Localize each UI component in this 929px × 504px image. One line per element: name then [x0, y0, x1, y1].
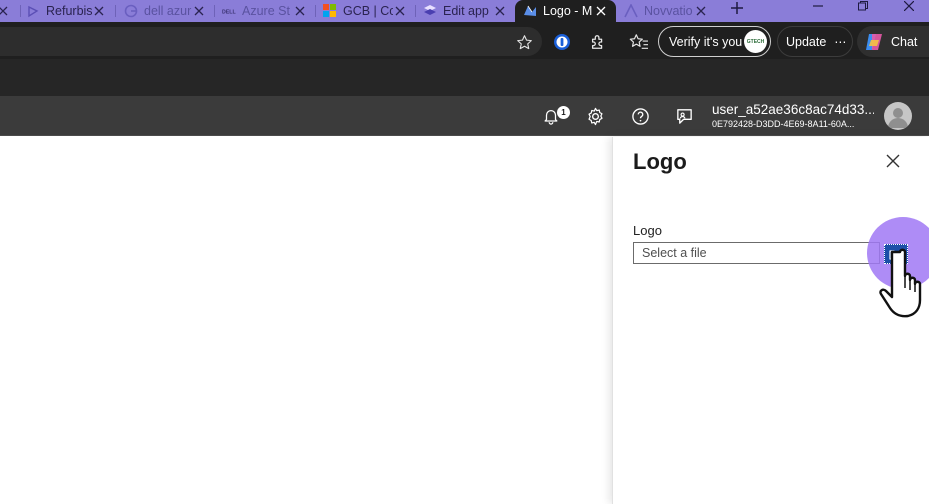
- file-path-input[interactable]: [633, 242, 880, 264]
- svg-text:DELL: DELL: [222, 10, 236, 16]
- close-icon[interactable]: [192, 4, 206, 18]
- minimize-icon: [813, 5, 823, 7]
- refurbish-favicon: [26, 4, 40, 18]
- hand-pointer-cursor-icon: [879, 248, 922, 318]
- chat-label: Chat: [891, 34, 918, 49]
- update-label: Update: [786, 34, 827, 49]
- tab-title: Azure St: [242, 4, 290, 18]
- more-icon[interactable]: ⋯: [834, 35, 847, 49]
- panel-title: Logo: [633, 149, 687, 174]
- avatar[interactable]: [884, 102, 912, 130]
- account-menu[interactable]: user_a52ae36c8ac74d33... 0E792428-D3DD-4…: [712, 102, 874, 129]
- gear-icon: [587, 107, 603, 125]
- browser-tab-strip: Refurbis dell azur DELL Azure St GCB | C…: [0, 0, 929, 22]
- help-button[interactable]: [620, 96, 660, 136]
- close-icon[interactable]: [694, 4, 708, 18]
- browser-toolbar: Verify it's you GTECH Update ⋯ Chat: [0, 22, 929, 59]
- password-manager-extension[interactable]: [551, 31, 573, 53]
- tab-title: Edit app: [443, 4, 489, 18]
- close-icon[interactable]: [594, 4, 608, 18]
- favorites-button[interactable]: [628, 31, 650, 53]
- close-panel-button[interactable]: [884, 152, 902, 170]
- settings-button[interactable]: [575, 96, 615, 136]
- maximize-button[interactable]: [848, 0, 878, 12]
- google-favicon: [124, 4, 138, 18]
- feedback-button[interactable]: [664, 96, 704, 136]
- minimize-button[interactable]: [803, 0, 833, 12]
- verify-label: Verify it's you: [669, 34, 743, 49]
- close-icon[interactable]: [493, 4, 507, 18]
- verify-identity-button[interactable]: Verify it's you GTECH: [658, 26, 771, 57]
- close-icon[interactable]: [393, 4, 407, 18]
- power-apps-favicon: [423, 4, 437, 18]
- entra-favicon: [523, 4, 537, 18]
- help-icon: [631, 107, 649, 125]
- tab-gcb[interactable]: GCB | Co: [315, 0, 415, 22]
- microsoft-favicon: [323, 4, 337, 18]
- favorites-bar: [0, 59, 929, 96]
- plus-icon: [731, 2, 743, 14]
- close-window-button[interactable]: [894, 0, 924, 12]
- restore-icon: [858, 1, 868, 11]
- key-extension-icon: [554, 34, 570, 50]
- favorite-star-button[interactable]: [514, 32, 534, 52]
- tab-title: Refurbis: [46, 4, 92, 18]
- close-icon: [904, 1, 914, 11]
- tab-title: Novvatio: [644, 4, 693, 18]
- user-avatar-icon: [888, 108, 908, 128]
- account-username: user_a52ae36c8ac74d33...: [712, 102, 874, 117]
- close-icon[interactable]: [293, 4, 307, 18]
- extensions-button[interactable]: [587, 31, 609, 53]
- new-tab-button[interactable]: [726, 0, 748, 16]
- update-button[interactable]: Update ⋯: [777, 26, 853, 57]
- tab-google[interactable]: dell azur: [116, 0, 214, 22]
- tab-title: dell azur: [144, 4, 192, 18]
- feedback-icon: [676, 108, 692, 124]
- tab-title: Logo - M: [543, 4, 593, 18]
- notification-count-badge: 1: [557, 106, 570, 119]
- copilot-chat-button[interactable]: Chat: [857, 26, 929, 57]
- novvation-favicon: [624, 4, 638, 18]
- portal-header: 1 user_a52ae36c8ac74d33... 0E792428-D3DD…: [0, 96, 929, 136]
- copilot-icon: [866, 33, 882, 50]
- puzzle-icon: [591, 35, 603, 49]
- tab-azure-storage[interactable]: DELL Azure St: [214, 0, 315, 22]
- address-bar[interactable]: [0, 27, 542, 56]
- close-icon[interactable]: [0, 4, 10, 18]
- tab-novvation[interactable]: Novvatio: [616, 0, 716, 22]
- star-icon: [516, 34, 532, 49]
- favorites-star-list-icon: [629, 34, 648, 49]
- profile-badge: GTECH: [744, 30, 767, 53]
- dell-favicon: DELL: [222, 4, 236, 18]
- close-icon: [886, 154, 900, 168]
- account-tenant: 0E792428-D3DD-4E69-8A11-60A...: [712, 119, 855, 129]
- tab-refurbish[interactable]: Refurbis: [18, 0, 114, 22]
- tab-edit-app[interactable]: Edit app: [415, 0, 515, 22]
- logo-field-label: Logo: [633, 223, 662, 238]
- tab-logo-active[interactable]: Logo - M: [515, 0, 616, 22]
- close-icon[interactable]: [92, 4, 106, 18]
- tab-title: GCB | Co: [343, 4, 393, 18]
